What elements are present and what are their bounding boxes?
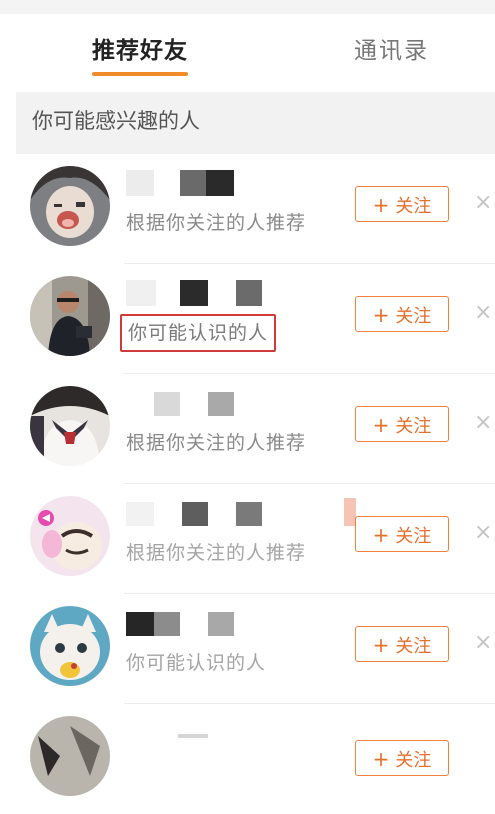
follow-label: 关注 xyxy=(395,750,432,771)
follow-label: 关注 xyxy=(395,636,432,657)
close-icon[interactable]: × xyxy=(474,408,494,438)
close-icon[interactable]: × xyxy=(474,188,494,218)
status-strip xyxy=(0,0,495,14)
section-title: 你可能感兴趣的人 xyxy=(32,109,200,133)
username-obscured xyxy=(126,168,366,198)
plus-icon: + xyxy=(372,193,390,217)
avatar[interactable] xyxy=(30,166,110,246)
username-obscured xyxy=(126,498,366,528)
list-item[interactable]: 你可能认识的人 + 关注 × xyxy=(0,264,495,374)
follow-button[interactable]: + 关注 xyxy=(355,626,449,662)
list-item[interactable]: 根据你关注的人推荐 + 关注 × xyxy=(0,484,495,594)
list-item[interactable]: + 关注 xyxy=(0,704,495,814)
close-icon[interactable]: × xyxy=(474,298,494,328)
list-item[interactable]: 你可能认识的人 + 关注 × xyxy=(0,594,495,704)
active-tab-indicator xyxy=(92,72,188,76)
follow-label: 关注 xyxy=(395,306,432,327)
close-icon[interactable]: × xyxy=(474,518,494,548)
section-header: 你可能感兴趣的人 xyxy=(16,92,495,154)
plus-icon: + xyxy=(372,523,390,547)
username-obscured xyxy=(126,278,366,308)
tab-recommend-friends[interactable]: 推荐好友 xyxy=(92,36,188,66)
follow-label: 关注 xyxy=(395,416,432,437)
recommend-reason: 你可能认识的人 xyxy=(120,314,277,352)
avatar[interactable] xyxy=(30,716,110,796)
avatar[interactable] xyxy=(30,386,110,466)
avatar[interactable] xyxy=(30,496,110,576)
recommend-reason: 根据你关注的人推荐 xyxy=(126,432,307,454)
follow-button[interactable]: + 关注 xyxy=(355,740,449,776)
follow-button[interactable]: + 关注 xyxy=(355,406,449,442)
username-obscured xyxy=(126,608,366,638)
list-item[interactable]: 根据你关注的人推荐 + 关注 × xyxy=(0,154,495,264)
list-item[interactable]: 根据你关注的人推荐 + 关注 × xyxy=(0,374,495,484)
tab-bar: 推荐好友 通讯录 xyxy=(16,14,495,92)
avatar[interactable] xyxy=(30,606,110,686)
follow-button[interactable]: + 关注 xyxy=(355,186,449,222)
recommend-reason: 根据你关注的人推荐 xyxy=(126,542,307,564)
plus-icon: + xyxy=(372,303,390,327)
follow-label: 关注 xyxy=(395,526,432,547)
plus-icon: + xyxy=(372,747,390,771)
avatar[interactable] xyxy=(30,276,110,356)
follow-label: 关注 xyxy=(395,196,432,217)
plus-icon: + xyxy=(372,633,390,657)
recommend-reason: 你可能认识的人 xyxy=(126,652,267,674)
plus-icon: + xyxy=(372,413,390,437)
username-obscured xyxy=(126,388,366,418)
close-icon[interactable]: × xyxy=(474,628,494,658)
follow-button[interactable]: + 关注 xyxy=(355,516,449,552)
tab-contacts[interactable]: 通讯录 xyxy=(354,36,429,66)
follow-button[interactable]: + 关注 xyxy=(355,296,449,332)
suggestion-list: 根据你关注的人推荐 + 关注 × 你可能认识的人 + 关注 × 根据你关注的人推… xyxy=(0,154,495,814)
recommend-reason: 根据你关注的人推荐 xyxy=(126,212,307,234)
